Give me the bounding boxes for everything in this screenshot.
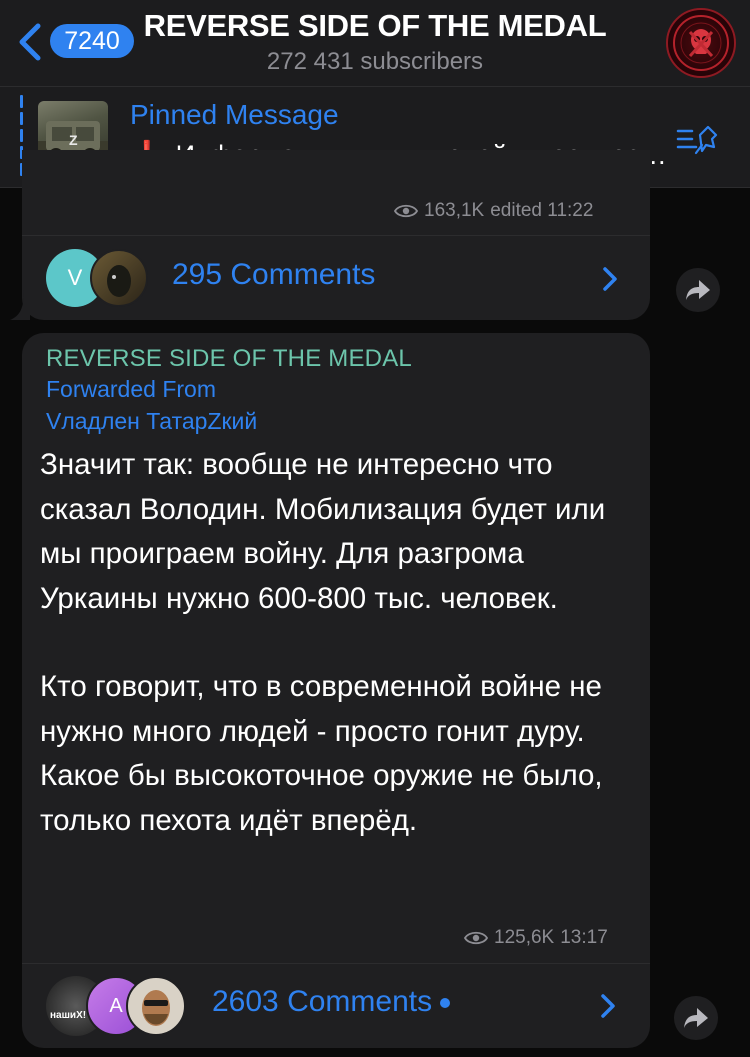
message-paragraph: Кто говорит, что в современной войне не … bbox=[40, 670, 603, 837]
unread-dot-icon bbox=[440, 998, 451, 1009]
message-text: Значит так: вообще не интересно что сказ… bbox=[40, 443, 630, 843]
chat-header: 7240 REVERSE SIDE OF THE MEDAL 272 431 s… bbox=[0, 0, 750, 86]
channel-avatar[interactable] bbox=[666, 8, 736, 78]
channel-name[interactable]: REVERSE SIDE OF THE MEDAL bbox=[46, 345, 412, 373]
edited-time: edited 11:22 bbox=[490, 200, 594, 221]
skull-emblem-icon bbox=[673, 15, 729, 71]
comments-count: 295 Comments bbox=[172, 258, 376, 291]
forwarded-source[interactable]: Vладлен ТатарZкий bbox=[46, 408, 257, 435]
views-count: 163,1K bbox=[424, 200, 485, 221]
comments-count: 2603 Comments bbox=[212, 985, 451, 1019]
share-button[interactable] bbox=[676, 268, 720, 312]
forwarded-label: Forwarded From bbox=[46, 376, 216, 402]
message-meta: 163,1K edited 11:22 bbox=[394, 200, 593, 222]
message-time: 13:17 bbox=[560, 927, 608, 948]
svg-text:Z: Z bbox=[69, 132, 78, 148]
comments-button[interactable]: нашиХ! A 2603 Comments bbox=[22, 963, 650, 1049]
subscriber-count: 272 431 subscribers bbox=[266, 48, 484, 75]
pinned-title: Pinned Message bbox=[130, 99, 339, 130]
pinned-list-icon[interactable] bbox=[676, 117, 720, 157]
share-arrow-icon bbox=[684, 1008, 708, 1028]
views-eye-icon bbox=[464, 931, 488, 945]
channel-title[interactable]: REVERSE SIDE OF THE MEDAL bbox=[0, 8, 750, 44]
share-button[interactable] bbox=[674, 996, 718, 1040]
share-arrow-icon bbox=[686, 280, 710, 300]
comments-button[interactable]: V 295 Comments bbox=[22, 235, 650, 321]
views-count: 125,6K bbox=[494, 927, 555, 948]
commenter-avatar bbox=[90, 249, 148, 307]
message-paragraph: Значит так: вообще не интересно что сказ… bbox=[40, 448, 606, 615]
commenter-avatar bbox=[126, 976, 186, 1036]
message-meta: 125,6K 13:17 bbox=[464, 927, 608, 949]
chevron-right-icon bbox=[601, 994, 615, 1018]
chevron-right-icon bbox=[603, 267, 617, 291]
message-bubble[interactable]: REVERSE SIDE OF THE MEDAL Forwarded From… bbox=[22, 333, 650, 1048]
views-eye-icon bbox=[394, 204, 418, 218]
